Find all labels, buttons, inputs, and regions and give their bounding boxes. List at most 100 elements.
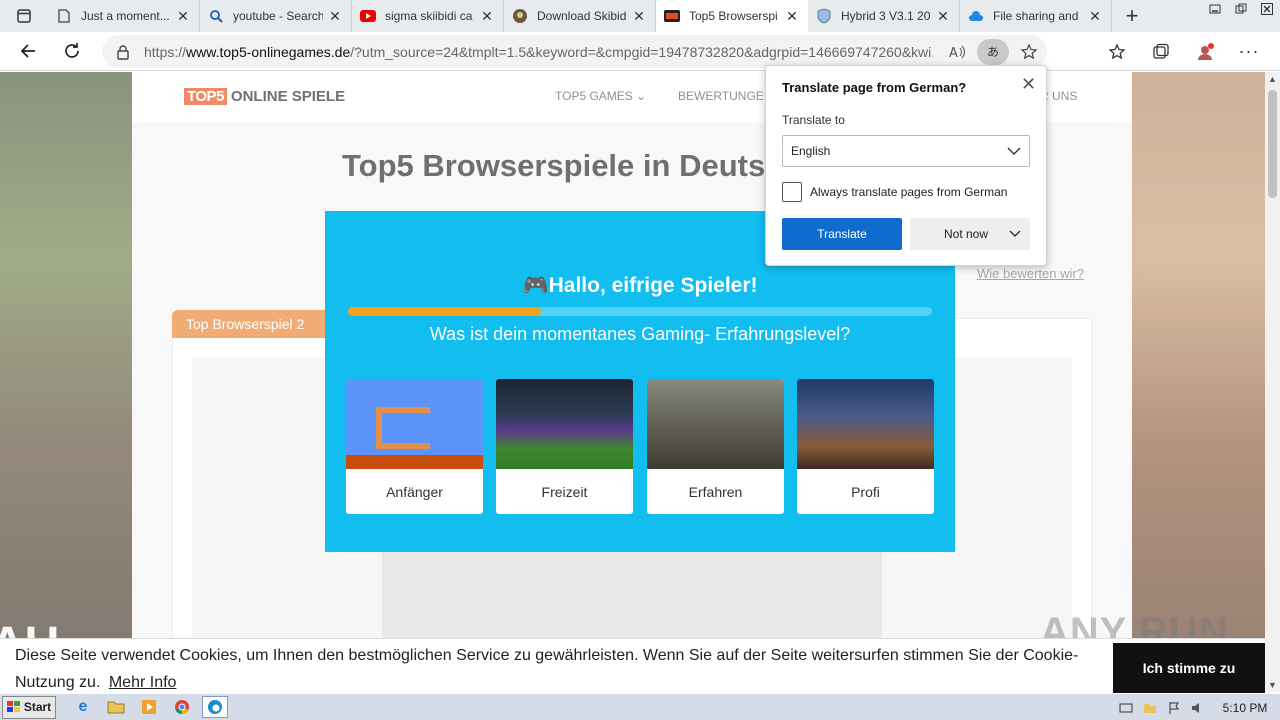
tab-close-icon[interactable]: ✕ [935,8,951,25]
quiz-progress-bar [348,307,932,316]
tab-close-icon[interactable]: ✕ [327,8,343,25]
chrome-icon [175,700,189,715]
refresh-button[interactable] [50,32,94,71]
browser-toolbar: https://www.top5-onlinegames.de/?utm_sou… [0,32,1280,71]
tab-top5-browserspiele[interactable]: Top5 Browserspi ✕ [656,0,808,32]
restore-icon [1235,3,1247,14]
address-bar[interactable]: https://www.top5-onlinegames.de/?utm_sou… [102,35,1047,68]
tab-close-icon[interactable]: ✕ [479,8,495,25]
back-button[interactable] [6,32,50,71]
option-label: Profi [851,483,880,500]
tab-youtube-search[interactable]: youtube - Search ✕ [200,0,352,32]
quiz-title: 🎮Hallo, eifrige Spieler! [522,274,758,297]
scroll-up-icon[interactable]: ▲ [1268,74,1277,84]
not-now-label: Not now [944,227,989,241]
close-icon [1261,3,1273,15]
refresh-icon [65,43,79,58]
restore-button[interactable] [1228,0,1254,18]
plus-icon: + [1125,3,1139,28]
folder-icon [1144,703,1156,713]
taskbar-ie[interactable]: e [70,696,96,718]
tab-close-icon[interactable]: ✕ [631,8,647,25]
avatar [1198,42,1214,60]
scroll-down-icon[interactable]: ▼ [1268,680,1277,690]
svg-text:A: A [949,46,958,60]
clock[interactable]: 5:10 PM [1210,701,1280,715]
language-select[interactable]: English [782,135,1030,167]
quiz-progress-fill [348,307,541,316]
tray-folder[interactable] [1138,702,1162,714]
pro-image [797,379,934,469]
tab-close-icon[interactable]: ✕ [784,8,800,25]
settings-menu-button[interactable]: ··· [1227,32,1271,71]
taskbar-chrome[interactable] [169,696,195,718]
more-icon: ··· [1238,41,1260,61]
start-label: Start [23,700,52,714]
read-aloud-button[interactable]: A [939,35,975,68]
tab-download-skibidi[interactable]: Download Skibid ✕ [504,0,656,32]
taskbar-explorer[interactable] [103,696,129,718]
toolbar-right: ··· [1095,32,1271,71]
taskbar-media[interactable] [136,696,162,718]
address-bar-actions: A あ [933,35,1047,68]
tab-title: Hybrid 3 V3.1 20 [841,9,931,23]
page-scrollbar[interactable]: ▲ ▼ [1265,72,1280,692]
start-button[interactable]: Start [2,695,56,719]
add-favorite-button[interactable] [1011,35,1047,68]
option-pro[interactable]: Profi [797,379,934,514]
experienced-image [647,379,784,469]
translate-button[interactable]: Translate [782,218,902,250]
tray-network[interactable] [1114,702,1138,714]
star-plus-icon [1020,43,1038,59]
media-player-icon [142,700,156,714]
always-translate-checkbox[interactable]: Always translate pages from German [782,182,1007,202]
tab-title: Top5 Browserspi [689,9,778,23]
tab-sigma-skibidi[interactable]: sigma skiibidi ca ✕ [352,0,504,32]
close-window-button[interactable] [1254,0,1280,18]
tab-close-icon[interactable]: ✕ [175,8,191,25]
translate-popup: Translate page from German? ✕ Translate … [765,65,1047,266]
cookie-text: Diese Seite verwendet Cookies, um Ihnen … [15,642,1115,696]
minimize-icon [1209,4,1221,14]
site-icon [512,8,528,24]
checkbox-box[interactable] [782,182,802,202]
tab-hybrid[interactable]: Hybrid 3 V3.1 20 ✕ [808,0,960,32]
taskbar-edge[interactable] [202,696,228,718]
chevron-down-icon[interactable] [1008,226,1022,240]
url-host: www.top5-onlinegames.de [186,43,351,60]
option-experienced[interactable]: Erfahren [647,379,784,514]
tab-close-icon[interactable]: ✕ [1087,8,1103,25]
collections-button[interactable] [1139,32,1183,71]
tab-just-a-moment[interactable]: Just a moment... ✕ [48,0,200,32]
edge-icon [208,700,222,714]
translate-title: Translate page from German? [782,80,967,95]
tab-title: sigma skiibidi ca [385,9,473,23]
lock-icon[interactable] [116,44,130,60]
tab-title: youtube - Search [233,9,323,23]
scroll-thumb[interactable] [1268,90,1277,198]
translate-button[interactable]: あ [975,35,1011,68]
beginner-image [346,379,483,469]
translate-to-label: Translate to [782,113,845,127]
tab-file-sharing[interactable]: File sharing and ✕ [960,0,1112,32]
tab-strip: Just a moment... ✕ youtube - Search ✕ si… [0,0,1280,32]
more-info-link[interactable]: Mehr Info [109,674,177,691]
option-beginner[interactable]: Anfänger [346,379,483,514]
window-controls [1202,0,1280,18]
action-center-flag-icon [1169,701,1179,714]
tab-actions-icon [17,9,31,23]
tab-actions-button[interactable] [0,0,48,32]
new-tab-button[interactable]: + [1112,0,1152,32]
tray-flag[interactable] [1162,701,1186,715]
close-icon[interactable]: ✕ [1021,74,1036,95]
cookie-accept-button[interactable]: Ich stimme zu [1113,643,1265,693]
favorites-button[interactable] [1095,32,1139,71]
profile-button[interactable] [1183,32,1227,71]
minimize-button[interactable] [1202,0,1228,18]
tray-volume[interactable] [1186,702,1210,714]
read-aloud-icon: A [949,45,965,60]
not-now-button[interactable]: Not now [910,218,1030,250]
url-scheme: https:// [144,43,187,60]
option-casual[interactable]: Freizeit [496,379,633,514]
url-path: /?utm_source=24&tmplt=1.5&keyword=&cmpgi… [350,43,943,60]
